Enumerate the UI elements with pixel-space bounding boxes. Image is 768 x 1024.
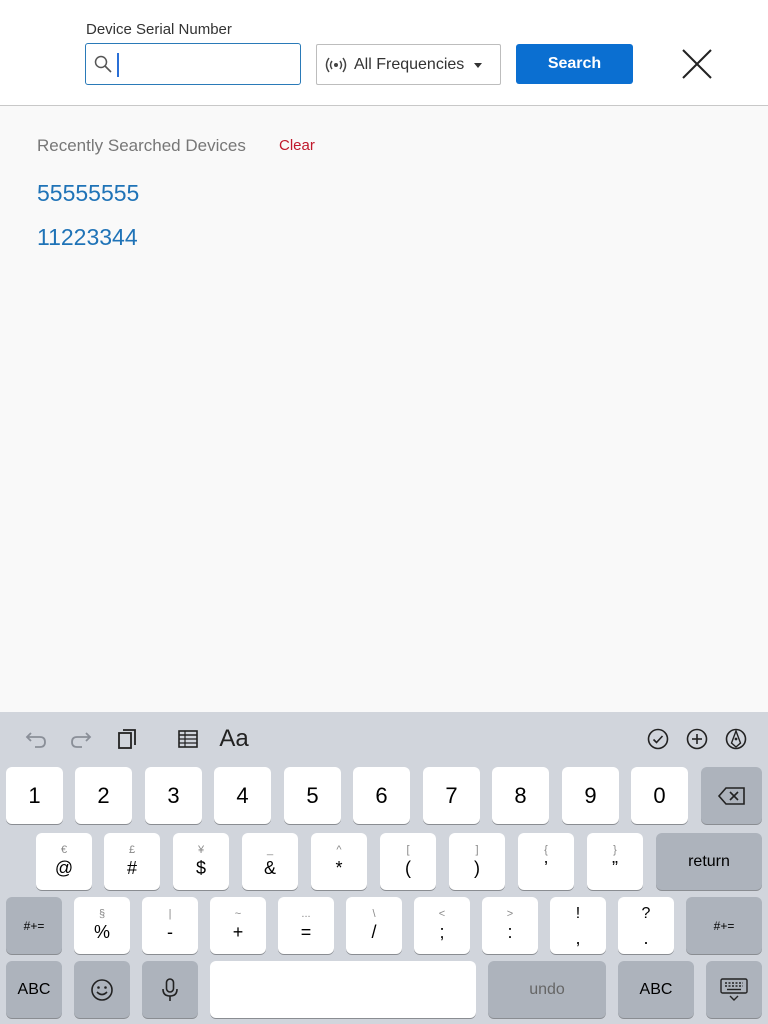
serial-number-input[interactable] <box>120 44 296 84</box>
key-quote[interactable]: }” <box>587 833 643 890</box>
key-9[interactable]: 9 <box>562 767 619 824</box>
clear-recent-link[interactable]: Clear <box>279 137 315 154</box>
key-asterisk[interactable]: ^ * <box>311 833 367 890</box>
abc-key-right[interactable]: ABC <box>618 961 694 1018</box>
key-at[interactable]: € @ <box>36 833 92 890</box>
close-icon[interactable] <box>676 43 718 85</box>
emoji-key[interactable] <box>74 961 130 1018</box>
search-icon <box>94 55 112 73</box>
hide-keyboard-key[interactable] <box>706 961 762 1018</box>
add-circle-icon[interactable] <box>685 726 709 752</box>
key-7[interactable]: 7 <box>423 767 480 824</box>
text-cursor <box>117 53 119 77</box>
frequency-selected: All Frequencies <box>354 56 465 73</box>
key-5[interactable]: 5 <box>284 767 341 824</box>
backspace-key[interactable] <box>701 767 762 824</box>
key-comma[interactable]: !, <box>550 897 606 954</box>
key-1[interactable]: 1 <box>6 767 63 824</box>
key-plus[interactable]: ~ + <box>210 897 266 954</box>
frequency-dropdown[interactable]: All Frequencies <box>316 44 501 85</box>
search-button[interactable]: Search <box>516 44 633 84</box>
key-6[interactable]: 6 <box>353 767 410 824</box>
key-dollar[interactable]: ¥ $ <box>173 833 229 890</box>
table-icon[interactable] <box>176 726 200 752</box>
key-percent[interactable]: §% <box>74 897 130 954</box>
space-key[interactable] <box>210 961 476 1018</box>
abc-key-left[interactable]: ABC <box>6 961 62 1018</box>
serial-number-label: Device Serial Number <box>86 21 232 38</box>
key-period[interactable]: ?. <box>618 897 674 954</box>
key-semicolon[interactable]: <; <box>414 897 470 954</box>
recent-device-item[interactable]: 11223344 <box>37 224 138 251</box>
serial-number-input-box[interactable] <box>85 43 301 85</box>
pen-icon[interactable] <box>724 726 748 752</box>
key-4[interactable]: 4 <box>214 767 271 824</box>
key-equals[interactable]: ... = <box>278 897 334 954</box>
key-minus[interactable]: | - <box>142 897 198 954</box>
broadcast-icon <box>325 57 347 73</box>
key-ampersand[interactable]: _ & <box>242 833 298 890</box>
key-8[interactable]: 8 <box>492 767 549 824</box>
chevron-down-icon <box>474 63 482 68</box>
undo-icon[interactable] <box>24 726 48 752</box>
shift-symbols-key-right[interactable]: #+= <box>686 897 762 954</box>
key-slash[interactable]: \ / <box>346 897 402 954</box>
search-header: Device Serial Number All Frequencies Sea… <box>0 0 768 106</box>
paste-icon[interactable] <box>116 726 138 752</box>
dictation-key[interactable] <box>142 961 198 1018</box>
check-circle-icon[interactable] <box>646 726 670 752</box>
redo-icon[interactable] <box>69 726 93 752</box>
key-open-paren[interactable]: [( <box>380 833 436 890</box>
backspace-icon <box>717 786 745 805</box>
recent-searches-title: Recently Searched Devices <box>37 136 246 155</box>
format-text-button[interactable]: Aa <box>218 725 250 752</box>
emoji-icon <box>91 978 113 1001</box>
return-key[interactable]: return <box>656 833 762 890</box>
key-0[interactable]: 0 <box>631 767 688 824</box>
key-colon[interactable]: >: <box>482 897 538 954</box>
shift-symbols-key-left[interactable]: #+= <box>6 897 62 954</box>
microphone-icon <box>162 977 178 1001</box>
onscreen-keyboard: Aa 1 2 3 4 5 6 7 8 9 0 € @ £ # ¥ $ _ & ^ * [(… <box>0 712 768 1024</box>
recent-device-item[interactable]: 55555555 <box>37 180 139 207</box>
key-apostrophe[interactable]: {’ <box>518 833 574 890</box>
key-close-paren[interactable]: ]) <box>449 833 505 890</box>
key-2[interactable]: 2 <box>75 767 132 824</box>
key-3[interactable]: 3 <box>145 767 202 824</box>
key-hash[interactable]: £ # <box>104 833 160 890</box>
keyboard-dismiss-icon <box>720 977 748 1001</box>
undo-key[interactable]: undo <box>488 961 606 1018</box>
